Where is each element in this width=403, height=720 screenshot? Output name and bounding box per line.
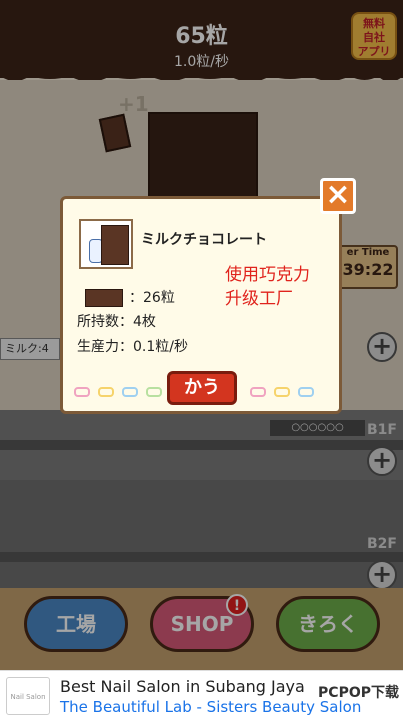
cost-row: ：26粒 — [77, 287, 175, 307]
annotation-line1: 使用巧克力 — [225, 265, 310, 285]
purchase-modal: ミルクチョコレート ：26粒 所持数：4枚 生産力：0.1粒/秒 使用巧克力 升… — [60, 196, 342, 414]
item-name: ミルクチョコレート — [141, 232, 267, 248]
ad-title[interactable]: Best Nail Salon in Subang Jaya — [60, 677, 305, 696]
ad-subtitle[interactable]: The Beautiful Lab - Sisters Beauty Salon — [60, 698, 361, 716]
production-power: 生産力：0.1粒/秒 — [77, 339, 188, 355]
owned-count: 所持数：4枚 — [77, 314, 156, 330]
cost-value: ：26粒 — [129, 290, 175, 306]
annotation-line2: 升级工厂 — [225, 289, 293, 309]
close-icon[interactable]: × — [320, 178, 356, 214]
ad-logo: Nail Salon — [6, 677, 50, 715]
item-image — [79, 219, 133, 269]
watermark: PCPOP下载 — [318, 685, 399, 701]
annotation-note: 使用巧克力 升级工厂 — [225, 263, 310, 311]
buy-button[interactable]: かう — [167, 371, 237, 405]
chocolate-icon — [101, 225, 129, 265]
chocolate-cost-icon — [85, 289, 123, 307]
